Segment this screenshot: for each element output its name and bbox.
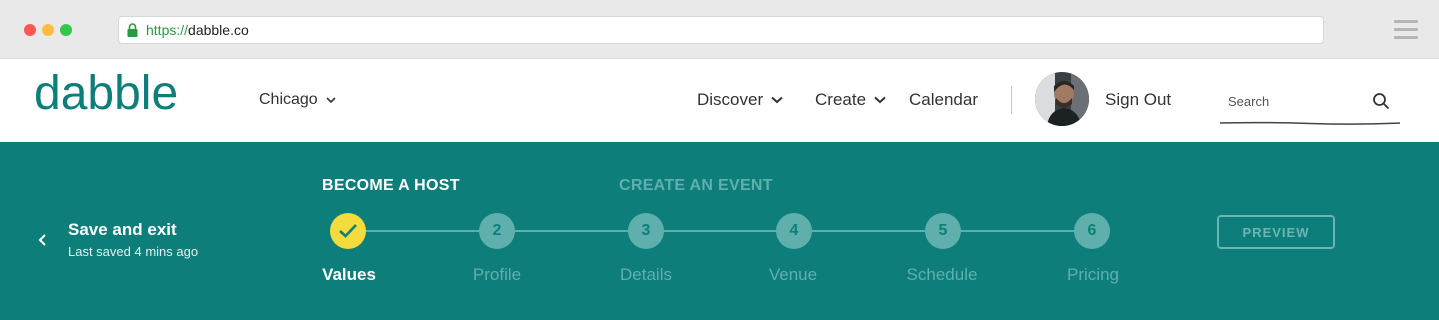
logo-text: dabble: [34, 67, 178, 120]
progress-track: [347, 230, 1092, 232]
chevron-down-icon: [326, 96, 336, 103]
minimize-window-button[interactable]: [42, 24, 54, 36]
nav-calendar[interactable]: Calendar: [909, 90, 978, 110]
search-box: [1220, 81, 1400, 127]
step-number: 5: [938, 222, 948, 239]
nav-divider: [1011, 86, 1012, 114]
step-details[interactable]: 3: [628, 213, 664, 249]
step-label-details[interactable]: Details: [586, 265, 706, 285]
close-window-button[interactable]: [24, 24, 36, 36]
chevron-left-icon[interactable]: [37, 233, 49, 247]
step-pricing[interactable]: 6: [1074, 213, 1110, 249]
step-venue[interactable]: 4: [776, 213, 812, 249]
preview-button[interactable]: PREVIEW: [1217, 215, 1335, 249]
step-label-venue[interactable]: Venue: [733, 265, 853, 285]
step-number: 2: [492, 222, 502, 239]
search-underline: [1220, 121, 1400, 125]
phase-create-an-event: CREATE AN EVENT: [619, 177, 773, 194]
step-number: 4: [789, 222, 799, 239]
avatar[interactable]: [1035, 72, 1089, 126]
last-saved-text: Last saved 4 mins ago: [68, 244, 199, 259]
chevron-down-icon: [771, 96, 783, 104]
step-label-pricing[interactable]: Pricing: [1033, 265, 1153, 285]
step-profile[interactable]: 2: [479, 213, 515, 249]
nav-calendar-label: Calendar: [909, 90, 978, 109]
check-icon: [339, 224, 357, 238]
url-host: dabble.co: [188, 22, 249, 38]
nav-discover-label: Discover: [697, 90, 764, 109]
maximize-window-button[interactable]: [60, 24, 72, 36]
step-label-schedule[interactable]: Schedule: [882, 265, 1002, 285]
hamburger-icon[interactable]: [1394, 20, 1418, 40]
address-bar[interactable]: https:// dabble.co: [118, 16, 1324, 44]
save-and-exit-link[interactable]: Save and exit: [68, 220, 177, 240]
city-label: Chicago: [259, 91, 318, 108]
nav-create[interactable]: Create: [815, 90, 886, 110]
search-icon[interactable]: [1372, 92, 1390, 110]
dabble-logo[interactable]: dabble: [34, 59, 194, 123]
chevron-down-icon: [874, 96, 886, 104]
step-schedule[interactable]: 5: [925, 213, 961, 249]
search-input[interactable]: [1220, 89, 1370, 113]
phase-become-a-host: BECOME A HOST: [322, 177, 460, 194]
sign-out-link[interactable]: Sign Out: [1105, 90, 1171, 110]
city-selector[interactable]: Chicago: [259, 91, 336, 109]
step-number: 6: [1087, 222, 1097, 239]
step-values[interactable]: [330, 213, 366, 249]
step-label-profile[interactable]: Profile: [437, 265, 557, 285]
nav-create-label: Create: [815, 90, 867, 109]
step-number: 3: [641, 222, 651, 239]
browser-chrome: https:// dabble.co: [0, 0, 1439, 59]
url-scheme: https://: [146, 22, 189, 38]
site-header: dabble Chicago Discover Create Calendar …: [0, 59, 1439, 142]
nav-discover[interactable]: Discover: [697, 90, 783, 110]
lock-icon: [127, 23, 138, 37]
host-wizard-progress: Save and exit Last saved 4 mins ago BECO…: [0, 142, 1439, 320]
step-label-values[interactable]: Values: [289, 265, 409, 285]
